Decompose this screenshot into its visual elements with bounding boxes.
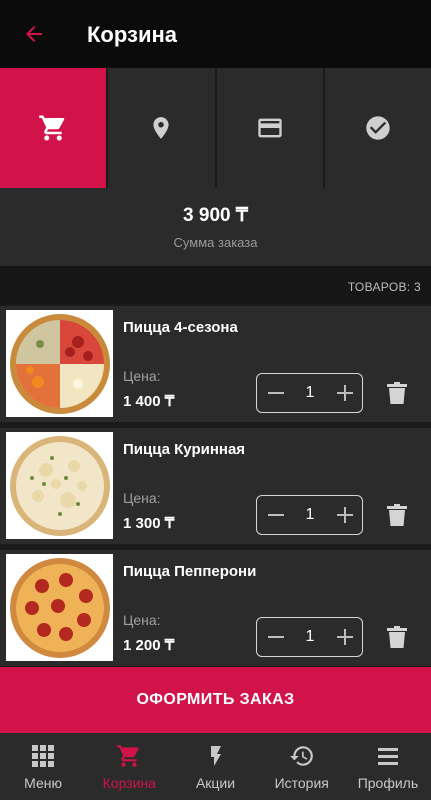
tab-cart[interactable]: Корзина xyxy=(86,733,172,800)
tab-menu[interactable]: Меню xyxy=(0,733,86,800)
delete-button[interactable] xyxy=(386,625,408,649)
minus-icon xyxy=(268,392,284,394)
order-summary: 3 900 ₸ Сумма заказа xyxy=(0,188,431,266)
location-pin-icon xyxy=(153,117,169,139)
cart-item: Пицца 4-сезона Цена: 1 400 ₸ 1 xyxy=(0,306,431,422)
pizza-image xyxy=(6,310,113,417)
item-price: 1 400 ₸ xyxy=(123,393,175,410)
back-button[interactable] xyxy=(20,20,48,48)
pizza-image xyxy=(6,554,113,661)
plus-icon xyxy=(337,507,353,523)
decrease-button[interactable] xyxy=(265,626,287,648)
item-price: 1 200 ₸ xyxy=(123,637,175,654)
price-label: Цена: xyxy=(123,368,161,384)
pizza-image xyxy=(6,432,113,539)
tab-promotions[interactable]: Акции xyxy=(172,733,258,800)
minus-icon xyxy=(268,636,284,638)
trash-icon xyxy=(387,626,407,648)
menu-icon xyxy=(377,748,398,765)
arrow-left-icon xyxy=(26,26,42,42)
item-price: 1 300 ₸ xyxy=(123,515,175,532)
quantity-value: 1 xyxy=(305,384,315,401)
tab-label: Меню xyxy=(24,775,63,791)
quantity-value: 1 xyxy=(305,628,315,645)
item-name: Пицца Пепперони xyxy=(123,563,257,580)
credit-card-icon xyxy=(257,118,282,138)
checkout-steps xyxy=(0,68,431,188)
trash-icon xyxy=(387,382,407,404)
quantity-stepper: 1 xyxy=(256,617,363,657)
check-circle-icon xyxy=(366,116,390,140)
items-count-bar: ТОВАРОВ: 3 xyxy=(0,266,431,304)
history-icon xyxy=(289,746,313,766)
tab-label: Акции xyxy=(195,775,236,791)
plus-icon xyxy=(337,629,353,645)
increase-button[interactable] xyxy=(334,626,356,648)
quantity-stepper: 1 xyxy=(256,495,363,535)
order-total: 3 900 ₸ xyxy=(183,205,248,226)
cart-icon xyxy=(39,115,65,141)
decrease-button[interactable] xyxy=(265,382,287,404)
page-title: Корзина xyxy=(87,22,177,47)
increase-button[interactable] xyxy=(334,382,356,404)
lightning-icon xyxy=(210,746,221,766)
step-payment[interactable] xyxy=(216,68,323,188)
increase-button[interactable] xyxy=(334,504,356,526)
grid-icon xyxy=(32,745,55,767)
step-address[interactable] xyxy=(108,68,215,188)
minus-icon xyxy=(268,514,284,516)
price-label: Цена: xyxy=(123,612,161,628)
app-bar: Корзина xyxy=(0,0,431,68)
cart-icon xyxy=(117,745,140,767)
quantity-stepper: 1 xyxy=(256,373,363,413)
tab-profile[interactable]: Профиль xyxy=(345,733,431,800)
tab-label: История xyxy=(274,775,329,791)
tab-label: Корзина xyxy=(102,775,156,791)
cart-item: Пицца Пепперони Цена: 1 200 ₸ 1 xyxy=(0,550,431,666)
item-name: Пицца Куринная xyxy=(123,441,246,458)
bottom-nav: Меню Корзина Акции История Профиль xyxy=(0,733,431,800)
tab-label: Профиль xyxy=(357,775,419,791)
delete-button[interactable] xyxy=(386,503,408,527)
checkout-button[interactable]: ОФОРМИТЬ ЗАКАЗ xyxy=(0,667,431,733)
trash-icon xyxy=(387,504,407,526)
item-name: Пицца 4-сезона xyxy=(123,319,238,336)
items-count: ТОВАРОВ: 3 xyxy=(347,280,421,294)
step-cart[interactable] xyxy=(0,68,107,188)
step-confirm[interactable] xyxy=(324,68,431,188)
order-total-label: Сумма заказа xyxy=(173,235,258,250)
cart-item: Пицца Куринная Цена: 1 300 ₸ 1 xyxy=(0,428,431,544)
delete-button[interactable] xyxy=(386,381,408,405)
plus-icon xyxy=(337,385,353,401)
tab-history[interactable]: История xyxy=(259,733,345,800)
quantity-value: 1 xyxy=(305,506,315,523)
decrease-button[interactable] xyxy=(265,504,287,526)
price-label: Цена: xyxy=(123,490,161,506)
